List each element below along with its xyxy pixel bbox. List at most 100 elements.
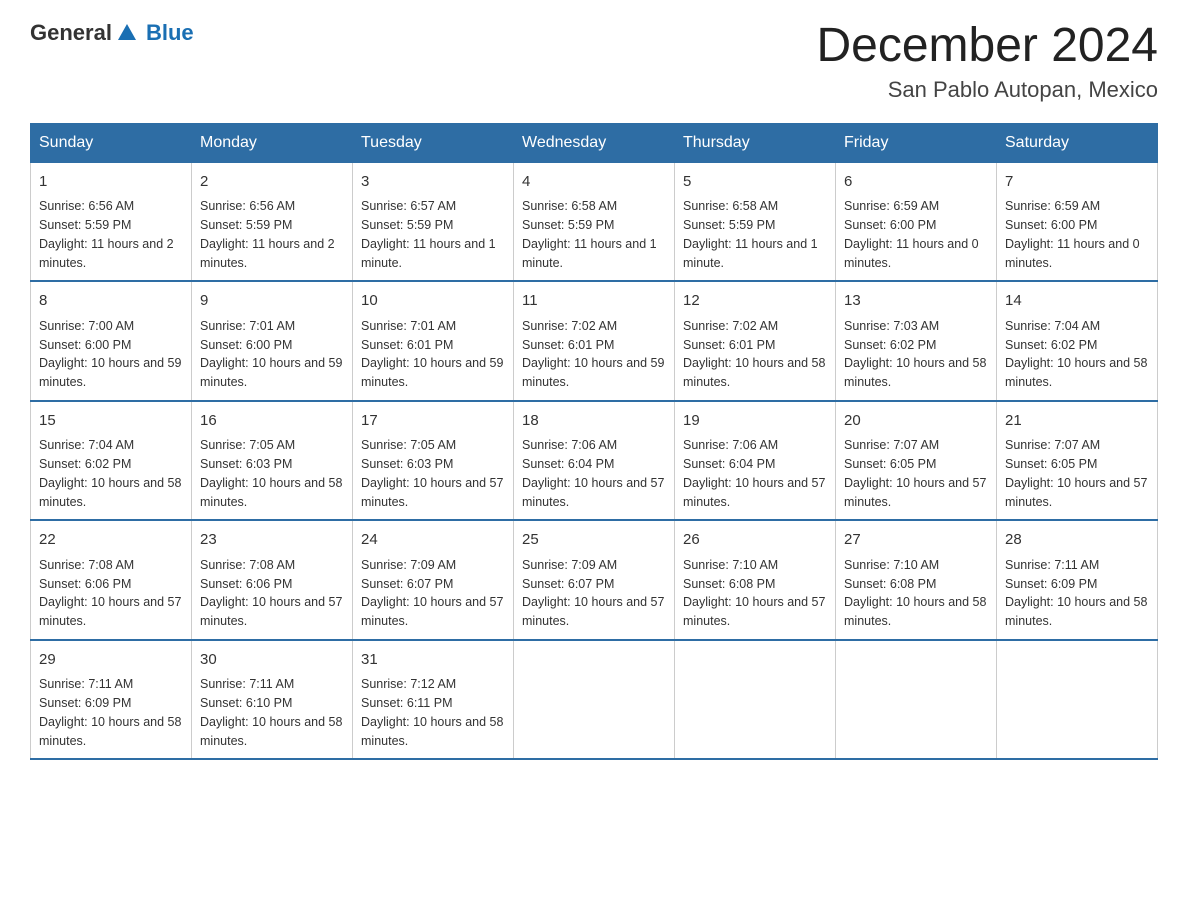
calendar-cell: 9 Sunrise: 7:01 AMSunset: 6:00 PMDayligh… xyxy=(192,281,353,401)
calendar-cell xyxy=(514,640,675,760)
day-info: Sunrise: 7:04 AMSunset: 6:02 PMDaylight:… xyxy=(1005,319,1147,389)
header-wednesday: Wednesday xyxy=(514,123,675,162)
day-info: Sunrise: 7:09 AMSunset: 6:07 PMDaylight:… xyxy=(361,558,503,628)
day-info: Sunrise: 6:59 AMSunset: 6:00 PMDaylight:… xyxy=(1005,199,1140,269)
day-number: 3 xyxy=(361,171,505,194)
day-info: Sunrise: 6:58 AMSunset: 5:59 PMDaylight:… xyxy=(683,199,818,269)
calendar-title: December 2024 xyxy=(816,20,1158,73)
calendar-cell: 19 Sunrise: 7:06 AMSunset: 6:04 PMDaylig… xyxy=(675,401,836,521)
header-sunday: Sunday xyxy=(31,123,192,162)
day-number: 21 xyxy=(1005,410,1149,433)
day-number: 26 xyxy=(683,529,827,552)
calendar-header-row: SundayMondayTuesdayWednesdayThursdayFrid… xyxy=(31,123,1158,162)
day-info: Sunrise: 7:12 AMSunset: 6:11 PMDaylight:… xyxy=(361,677,503,747)
calendar-cell: 31 Sunrise: 7:12 AMSunset: 6:11 PMDaylig… xyxy=(353,640,514,760)
calendar-cell: 17 Sunrise: 7:05 AMSunset: 6:03 PMDaylig… xyxy=(353,401,514,521)
day-info: Sunrise: 7:10 AMSunset: 6:08 PMDaylight:… xyxy=(683,558,825,628)
header-friday: Friday xyxy=(836,123,997,162)
calendar-cell: 10 Sunrise: 7:01 AMSunset: 6:01 PMDaylig… xyxy=(353,281,514,401)
calendar-cell: 5 Sunrise: 6:58 AMSunset: 5:59 PMDayligh… xyxy=(675,162,836,281)
day-number: 16 xyxy=(200,410,344,433)
day-info: Sunrise: 7:01 AMSunset: 6:00 PMDaylight:… xyxy=(200,319,342,389)
calendar-cell: 22 Sunrise: 7:08 AMSunset: 6:06 PMDaylig… xyxy=(31,520,192,640)
day-number: 6 xyxy=(844,171,988,194)
day-info: Sunrise: 7:05 AMSunset: 6:03 PMDaylight:… xyxy=(200,438,342,508)
day-info: Sunrise: 7:02 AMSunset: 6:01 PMDaylight:… xyxy=(683,319,825,389)
calendar-week-5: 29 Sunrise: 7:11 AMSunset: 6:09 PMDaylig… xyxy=(31,640,1158,760)
day-number: 10 xyxy=(361,290,505,313)
calendar-cell: 13 Sunrise: 7:03 AMSunset: 6:02 PMDaylig… xyxy=(836,281,997,401)
header-thursday: Thursday xyxy=(675,123,836,162)
day-number: 2 xyxy=(200,171,344,194)
header-saturday: Saturday xyxy=(997,123,1158,162)
day-info: Sunrise: 7:11 AMSunset: 6:09 PMDaylight:… xyxy=(39,677,181,747)
day-number: 4 xyxy=(522,171,666,194)
day-info: Sunrise: 7:05 AMSunset: 6:03 PMDaylight:… xyxy=(361,438,503,508)
calendar-cell: 3 Sunrise: 6:57 AMSunset: 5:59 PMDayligh… xyxy=(353,162,514,281)
day-info: Sunrise: 7:06 AMSunset: 6:04 PMDaylight:… xyxy=(683,438,825,508)
calendar-week-2: 8 Sunrise: 7:00 AMSunset: 6:00 PMDayligh… xyxy=(31,281,1158,401)
calendar-cell: 4 Sunrise: 6:58 AMSunset: 5:59 PMDayligh… xyxy=(514,162,675,281)
day-info: Sunrise: 7:01 AMSunset: 6:01 PMDaylight:… xyxy=(361,319,503,389)
day-info: Sunrise: 7:08 AMSunset: 6:06 PMDaylight:… xyxy=(39,558,181,628)
day-info: Sunrise: 7:00 AMSunset: 6:00 PMDaylight:… xyxy=(39,319,181,389)
calendar-week-1: 1 Sunrise: 6:56 AMSunset: 5:59 PMDayligh… xyxy=(31,162,1158,281)
calendar-cell: 25 Sunrise: 7:09 AMSunset: 6:07 PMDaylig… xyxy=(514,520,675,640)
day-info: Sunrise: 7:11 AMSunset: 6:10 PMDaylight:… xyxy=(200,677,342,747)
day-number: 19 xyxy=(683,410,827,433)
calendar-cell: 12 Sunrise: 7:02 AMSunset: 6:01 PMDaylig… xyxy=(675,281,836,401)
day-number: 12 xyxy=(683,290,827,313)
logo-text-blue: Blue xyxy=(146,20,194,46)
day-info: Sunrise: 7:11 AMSunset: 6:09 PMDaylight:… xyxy=(1005,558,1147,628)
day-number: 14 xyxy=(1005,290,1149,313)
calendar-cell: 14 Sunrise: 7:04 AMSunset: 6:02 PMDaylig… xyxy=(997,281,1158,401)
title-area: December 2024 San Pablo Autopan, Mexico xyxy=(816,20,1158,103)
day-number: 20 xyxy=(844,410,988,433)
calendar-cell xyxy=(836,640,997,760)
day-info: Sunrise: 6:59 AMSunset: 6:00 PMDaylight:… xyxy=(844,199,979,269)
day-number: 9 xyxy=(200,290,344,313)
day-number: 24 xyxy=(361,529,505,552)
day-number: 17 xyxy=(361,410,505,433)
calendar-cell xyxy=(675,640,836,760)
header-tuesday: Tuesday xyxy=(353,123,514,162)
day-number: 29 xyxy=(39,649,183,672)
day-number: 7 xyxy=(1005,171,1149,194)
day-number: 8 xyxy=(39,290,183,313)
day-info: Sunrise: 7:07 AMSunset: 6:05 PMDaylight:… xyxy=(844,438,986,508)
calendar-cell: 23 Sunrise: 7:08 AMSunset: 6:06 PMDaylig… xyxy=(192,520,353,640)
day-info: Sunrise: 7:07 AMSunset: 6:05 PMDaylight:… xyxy=(1005,438,1147,508)
calendar-cell: 29 Sunrise: 7:11 AMSunset: 6:09 PMDaylig… xyxy=(31,640,192,760)
day-number: 30 xyxy=(200,649,344,672)
day-info: Sunrise: 7:10 AMSunset: 6:08 PMDaylight:… xyxy=(844,558,986,628)
calendar-cell: 2 Sunrise: 6:56 AMSunset: 5:59 PMDayligh… xyxy=(192,162,353,281)
day-info: Sunrise: 6:56 AMSunset: 5:59 PMDaylight:… xyxy=(200,199,335,269)
day-number: 22 xyxy=(39,529,183,552)
day-info: Sunrise: 7:08 AMSunset: 6:06 PMDaylight:… xyxy=(200,558,342,628)
calendar-cell: 28 Sunrise: 7:11 AMSunset: 6:09 PMDaylig… xyxy=(997,520,1158,640)
day-number: 11 xyxy=(522,290,666,313)
calendar-cell: 21 Sunrise: 7:07 AMSunset: 6:05 PMDaylig… xyxy=(997,401,1158,521)
day-number: 13 xyxy=(844,290,988,313)
header-monday: Monday xyxy=(192,123,353,162)
page-header: General Blue December 2024 San Pablo Aut… xyxy=(30,20,1158,103)
day-number: 15 xyxy=(39,410,183,433)
calendar-cell: 27 Sunrise: 7:10 AMSunset: 6:08 PMDaylig… xyxy=(836,520,997,640)
day-info: Sunrise: 7:04 AMSunset: 6:02 PMDaylight:… xyxy=(39,438,181,508)
logo: General Blue xyxy=(30,20,194,46)
day-number: 1 xyxy=(39,171,183,194)
day-number: 18 xyxy=(522,410,666,433)
calendar-subtitle: San Pablo Autopan, Mexico xyxy=(816,77,1158,103)
calendar-cell: 6 Sunrise: 6:59 AMSunset: 6:00 PMDayligh… xyxy=(836,162,997,281)
day-info: Sunrise: 6:58 AMSunset: 5:59 PMDaylight:… xyxy=(522,199,657,269)
calendar-week-3: 15 Sunrise: 7:04 AMSunset: 6:02 PMDaylig… xyxy=(31,401,1158,521)
day-info: Sunrise: 6:56 AMSunset: 5:59 PMDaylight:… xyxy=(39,199,174,269)
calendar-cell: 11 Sunrise: 7:02 AMSunset: 6:01 PMDaylig… xyxy=(514,281,675,401)
day-number: 28 xyxy=(1005,529,1149,552)
day-info: Sunrise: 7:03 AMSunset: 6:02 PMDaylight:… xyxy=(844,319,986,389)
calendar-cell: 1 Sunrise: 6:56 AMSunset: 5:59 PMDayligh… xyxy=(31,162,192,281)
day-number: 27 xyxy=(844,529,988,552)
day-info: Sunrise: 7:02 AMSunset: 6:01 PMDaylight:… xyxy=(522,319,664,389)
calendar-cell: 24 Sunrise: 7:09 AMSunset: 6:07 PMDaylig… xyxy=(353,520,514,640)
day-number: 31 xyxy=(361,649,505,672)
